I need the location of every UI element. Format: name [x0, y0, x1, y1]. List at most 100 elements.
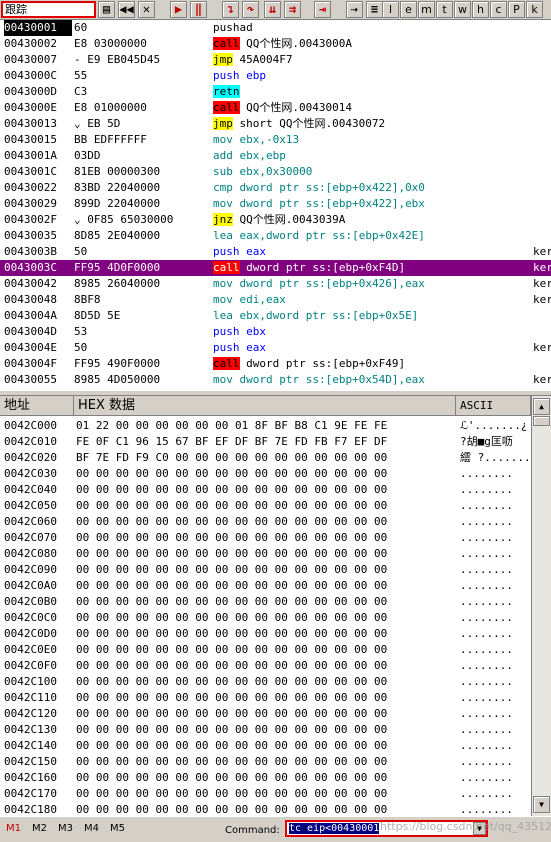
disasm-row[interactable]: 00430002 E8 03000000 call QQ个性网.0043000A	[0, 36, 551, 52]
dump-pane[interactable]: 0042C000 01 22 00 00 00 00 00 00 01 8F BF…	[0, 416, 531, 816]
dump-ascii: 繧 ?.......	[460, 451, 530, 464]
dump-row[interactable]: 0042C010 FE 0F C1 96 15 67 BF EF DF BF 7E…	[0, 434, 531, 450]
scroll-down-icon[interactable]: ▼	[533, 796, 550, 813]
disasm-operands: eax	[246, 341, 266, 354]
dump-row[interactable]: 0042C0C0 00 00 00 00 00 00 00 00 00 00 00…	[0, 610, 531, 626]
disasm-row[interactable]: 00430001 60 pushad	[0, 20, 551, 36]
tab-m5[interactable]: M5	[110, 823, 125, 834]
dump-ascii: ........	[460, 691, 513, 704]
step-into-icon[interactable]: ↴	[222, 1, 239, 18]
disasm-row[interactable]: 00430055 8985 4D050000 mov dword ptr ss:[e…	[0, 372, 551, 388]
list-icon[interactable]: ≡	[366, 1, 383, 18]
disasm-row[interactable]: 0043004D 53 push ebx	[0, 324, 551, 340]
disasm-row[interactable]: 0043004A 8D5D 5E lea ebx,dword ptr ss:[ebp…	[0, 308, 551, 324]
dump-ascii: ........	[460, 755, 513, 768]
rewind-icon[interactable]: ◀◀	[118, 1, 135, 18]
disasm-row[interactable]: 0043000C 55 push ebp	[0, 68, 551, 84]
toolbar-t-button[interactable]: t	[436, 1, 453, 18]
disasm-row[interactable]: 00430048 8BF8 mov edi,eax ker	[0, 292, 551, 308]
toolbar-l-button[interactable]: l	[382, 1, 399, 18]
step-over-icon[interactable]: ↷	[242, 1, 259, 18]
disasm-row[interactable]: 0043001C 81EB 00000300 sub ebx,0x30000	[0, 164, 551, 180]
disasm-row[interactable]: 0043004F FF95 490F0000 call dword ptr ss:[…	[0, 356, 551, 372]
dump-row[interactable]: 0042C040 00 00 00 00 00 00 00 00 00 00 00…	[0, 482, 531, 498]
disasm-hex: FF95 4D0F0000	[74, 261, 161, 274]
goto-icon[interactable]: ⇢	[346, 1, 363, 18]
toolbar-k-button[interactable]: k	[526, 1, 543, 18]
disasm-row[interactable]: 0043002F ⌄ 0F85 65030000 jnz QQ个性网.0043039…	[0, 212, 551, 228]
dump-row[interactable]: 0042C060 00 00 00 00 00 00 00 00 00 00 00…	[0, 514, 531, 530]
toolbar-w-button[interactable]: w	[454, 1, 471, 18]
disasm-address: 0043001C	[4, 165, 57, 178]
disasm-row[interactable]: 0043003B 50 push eax ker	[0, 244, 551, 260]
disasm-row[interactable]: 0043003C FF95 4D0F0000 call dword ptr ss:[…	[0, 260, 551, 276]
disasm-row[interactable]: 00430029 899D 22040000 mov dword ptr ss:[e…	[0, 196, 551, 212]
trace-into-icon[interactable]: ⇊	[264, 1, 281, 18]
disassembly-pane[interactable]: 00430001 60 pushad 00430002 E8 03000000 call…	[0, 20, 551, 390]
tab-m4[interactable]: M4	[84, 823, 99, 834]
dump-hex-bytes: 00 00 00 00 00 00 00 00 00 00 00 00 00 0…	[76, 691, 388, 704]
tab-m1[interactable]: M1	[6, 823, 21, 834]
disasm-row[interactable]: 0043000D C3 retn	[0, 84, 551, 100]
address-column-header[interactable]: 地址	[0, 396, 74, 416]
close-icon[interactable]: ✕	[138, 1, 155, 18]
scroll-thumb[interactable]	[533, 416, 550, 426]
dump-row[interactable]: 0042C0E0 00 00 00 00 00 00 00 00 00 00 00…	[0, 642, 531, 658]
dump-hex-bytes: 00 00 00 00 00 00 00 00 00 00 00 00 00 0…	[76, 627, 388, 640]
dump-row[interactable]: 0042C150 00 00 00 00 00 00 00 00 00 00 00…	[0, 754, 531, 770]
dump-row[interactable]: 0042C0F0 00 00 00 00 00 00 00 00 00 00 00…	[0, 658, 531, 674]
toolbar-e-button[interactable]: e	[400, 1, 417, 18]
tab-m3[interactable]: M3	[58, 823, 73, 834]
disasm-row[interactable]: 00430022 83BD 22040000 cmp dword ptr ss:[e…	[0, 180, 551, 196]
disasm-row[interactable]: 0043001A 03DD add ebx,ebp	[0, 148, 551, 164]
dump-row[interactable]: 0042C030 00 00 00 00 00 00 00 00 00 00 00…	[0, 466, 531, 482]
disasm-row[interactable]: 00430035 8D85 2E040000 lea eax,dword ptr s…	[0, 228, 551, 244]
disasm-address: 00430055	[4, 373, 57, 386]
dump-row[interactable]: 0042C050 00 00 00 00 00 00 00 00 00 00 00…	[0, 498, 531, 514]
dump-row[interactable]: 0042C000 01 22 00 00 00 00 00 00 01 8F BF…	[0, 418, 531, 434]
dump-row[interactable]: 0042C160 00 00 00 00 00 00 00 00 00 00 00…	[0, 770, 531, 786]
dump-row[interactable]: 0042C070 00 00 00 00 00 00 00 00 00 00 00…	[0, 530, 531, 546]
tab-m2[interactable]: M2	[32, 823, 47, 834]
toolbar-c-button[interactable]: c	[490, 1, 507, 18]
scroll-up-icon[interactable]: ▲	[533, 398, 550, 415]
dump-hex-bytes: 00 00 00 00 00 00 00 00 00 00 00 00 00 0…	[76, 755, 388, 768]
dump-row[interactable]: 0042C020 BF 7E FD F9 C0 00 00 00 00 00 00…	[0, 450, 531, 466]
disasm-address: 0043004D	[4, 325, 57, 338]
ascii-column-header[interactable]: ASCII	[456, 396, 531, 416]
execute-till-return-icon[interactable]: ⇥	[314, 1, 331, 18]
disasm-row[interactable]: 00430015 BB EDFFFFFF mov ebx,-0x13	[0, 132, 551, 148]
run-icon[interactable]: ▶	[170, 1, 187, 18]
dump-row[interactable]: 0042C0D0 00 00 00 00 00 00 00 00 00 00 00…	[0, 626, 531, 642]
dump-row[interactable]: 0042C0B0 00 00 00 00 00 00 00 00 00 00 00…	[0, 594, 531, 610]
disasm-row[interactable]: 00430007 - E9 EB045D45 jmp 45A004F7	[0, 52, 551, 68]
status-text: 跟踪	[5, 3, 27, 16]
dump-row[interactable]: 0042C100 00 00 00 00 00 00 00 00 00 00 00…	[0, 674, 531, 690]
dump-row[interactable]: 0042C090 00 00 00 00 00 00 00 00 00 00 00…	[0, 562, 531, 578]
dump-address: 0042C0C0	[4, 611, 57, 624]
dump-row[interactable]: 0042C130 00 00 00 00 00 00 00 00 00 00 00…	[0, 722, 531, 738]
disasm-row[interactable]: 00430042 8985 26040000 mov dword ptr ss:[e…	[0, 276, 551, 292]
dump-row[interactable]: 0042C080 00 00 00 00 00 00 00 00 00 00 00…	[0, 546, 531, 562]
disasm-row[interactable]: 0043004E 50 push eax ker	[0, 340, 551, 356]
toolbar-m-button[interactable]: m	[418, 1, 435, 18]
dump-row[interactable]: 0042C0A0 00 00 00 00 00 00 00 00 00 00 00…	[0, 578, 531, 594]
dump-hex-bytes: FE 0F C1 96 15 67 BF EF DF BF 7E FD FB F…	[76, 435, 388, 448]
pause-icon[interactable]: ‖	[190, 1, 207, 18]
trace-over-icon[interactable]: ⇉	[284, 1, 301, 18]
toolbar-p-button[interactable]: P	[508, 1, 525, 18]
hex-column-header[interactable]: HEX 数据	[74, 396, 456, 416]
disasm-instruction: jnz QQ个性网.0043039A	[213, 212, 533, 228]
dump-scrollbar[interactable]: ▲ ▼	[531, 396, 551, 816]
disasm-operands: dword ptr ss:[ebp+0x54D],eax	[239, 373, 425, 386]
dump-row[interactable]: 0042C180 00 00 00 00 00 00 00 00 00 00 00…	[0, 802, 531, 816]
dump-row[interactable]: 0042C170 00 00 00 00 00 00 00 00 00 00 00…	[0, 786, 531, 802]
dump-row[interactable]: 0042C140 00 00 00 00 00 00 00 00 00 00 00…	[0, 738, 531, 754]
disasm-row[interactable]: 00430013 ⌄ EB 5D jmp short QQ个性网.00430072	[0, 116, 551, 132]
toolbar-h-button[interactable]: h	[472, 1, 489, 18]
open-file-icon[interactable]: ▤	[98, 1, 115, 18]
dump-row[interactable]: 0042C120 00 00 00 00 00 00 00 00 00 00 00…	[0, 706, 531, 722]
disasm-row[interactable]: 0043000E E8 01000000 call QQ个性网.00430014	[0, 100, 551, 116]
dump-row[interactable]: 0042C110 00 00 00 00 00 00 00 00 00 00 00…	[0, 690, 531, 706]
disasm-mnemonic: jnz	[213, 213, 233, 226]
